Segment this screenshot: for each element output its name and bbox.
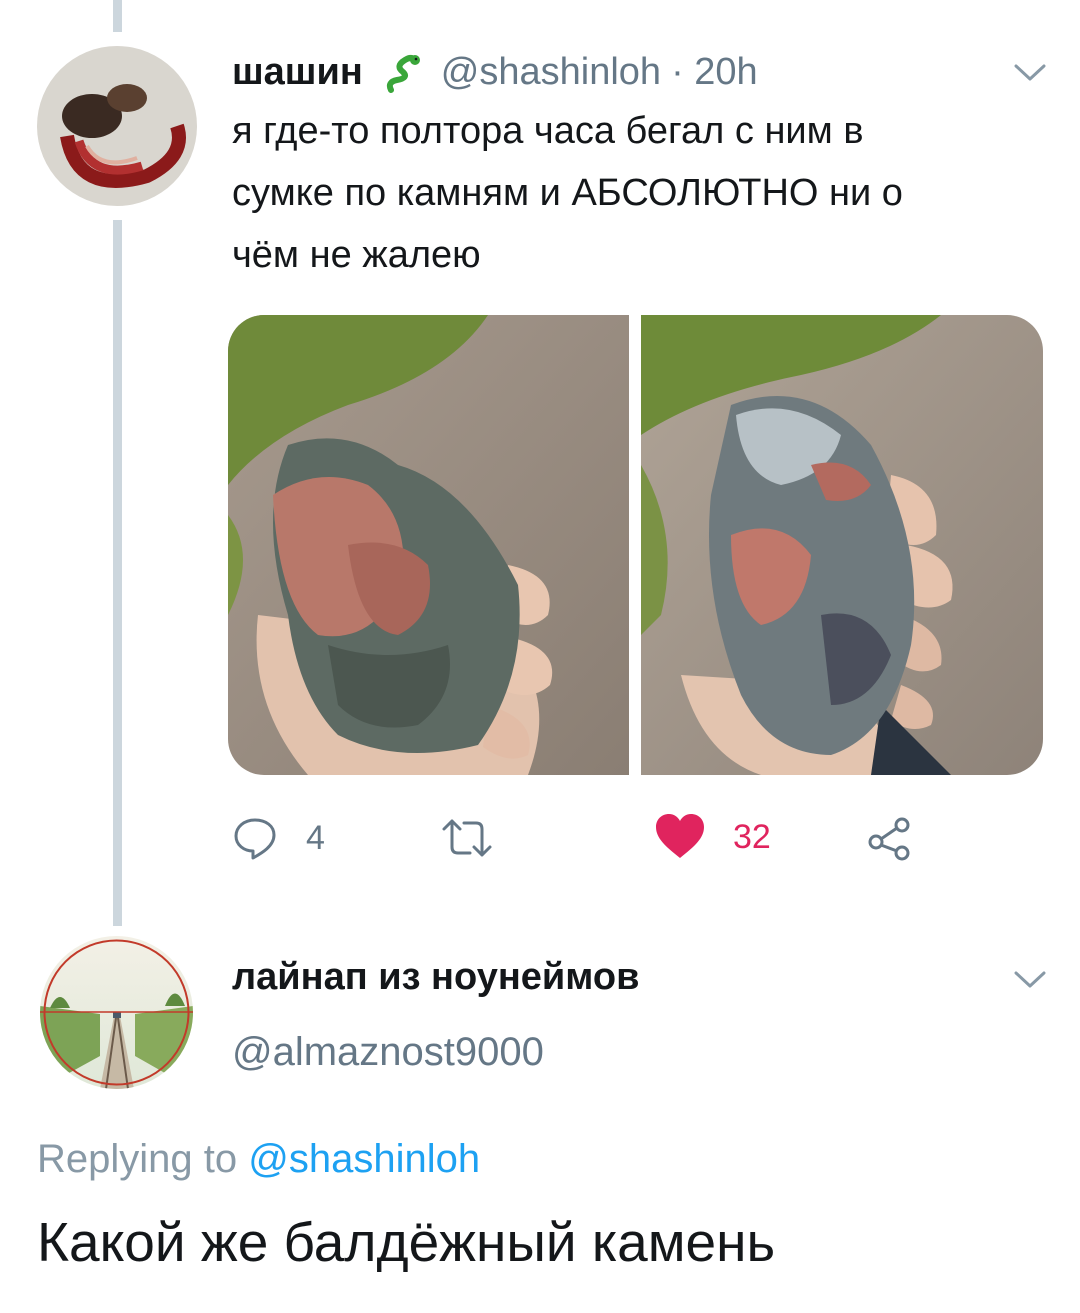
replying-to-mention[interactable]: @shashinloh [248,1137,480,1181]
reply-avatar[interactable] [40,936,193,1089]
timestamp[interactable]: · 20h [671,51,758,94]
reply-handle[interactable]: @almaznost9000 [232,1030,544,1075]
handle[interactable]: @shashinloh [441,51,661,94]
tweet-text-line: сумке по камням и АБСОЛЮТНО ни о [232,172,903,214]
reply-text: Какой же балдёжный камень [37,1211,776,1273]
display-name[interactable]: шашин [232,51,363,94]
reply-chevron-down-icon[interactable] [1010,965,1050,995]
like-count: 32 [733,817,771,856]
thread-line-top [113,0,122,32]
avatar[interactable] [37,46,197,206]
replying-to: Replying to @shashinloh [37,1137,480,1182]
thread-line-bottom [113,220,122,926]
tweet-text-line: я где-то полтора часа бегал с ним в [232,110,864,152]
share-icon [866,815,914,861]
reply-count: 4 [306,818,325,857]
like-action[interactable]: 32 [655,811,771,863]
heart-icon [655,814,705,860]
reply-display-name[interactable]: лайнап из ноунеймов [232,956,639,999]
share-action[interactable] [866,813,914,863]
retweet-action[interactable] [440,813,524,863]
tweet-header: шашин @shashinloh · 20h [232,46,758,98]
retweet-icon [440,815,494,861]
tweet-photo-2[interactable] [641,315,1043,775]
snake-emoji-icon [381,50,425,94]
tweet-photo-1[interactable] [228,315,629,775]
replying-to-prefix: Replying to [37,1137,238,1181]
reply-icon [232,815,278,861]
tweet-text-line: чём не жалею [232,234,481,276]
tweet-text: я где-то полтора часа бегал с ним в сумк… [232,100,1042,286]
reply-action[interactable]: 4 [232,813,325,863]
chevron-down-icon[interactable] [1010,58,1050,88]
